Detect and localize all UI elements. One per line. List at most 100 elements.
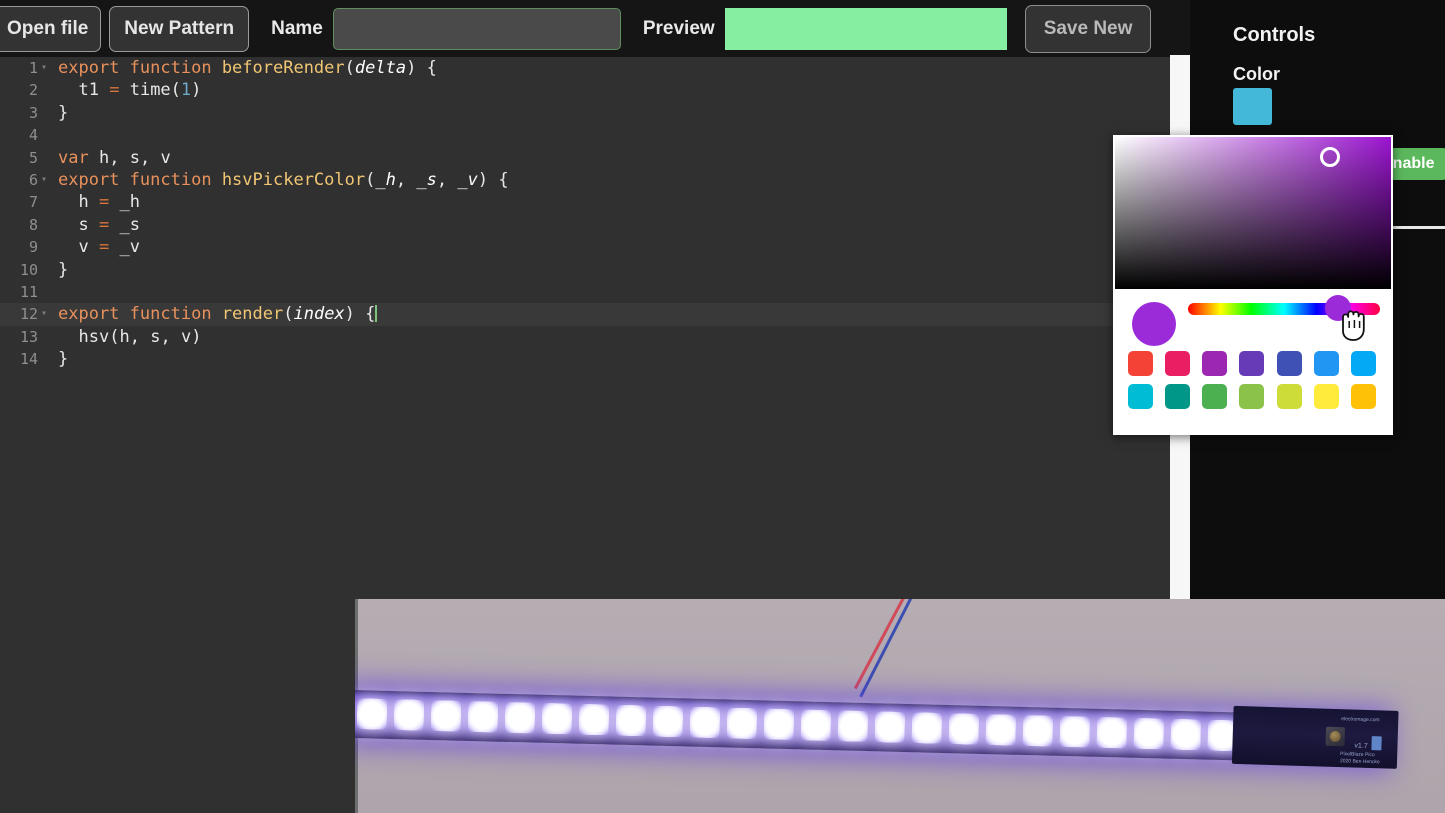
code-line[interactable]: 14} [0, 348, 1172, 370]
board-chip [1371, 736, 1381, 750]
line-number: 5 [0, 147, 38, 169]
board-model-text: PixelBlaze Pico [1340, 751, 1375, 758]
code-line-text: t1 = time(1) [58, 79, 201, 101]
led-pixel [505, 702, 536, 734]
board-credit-text: 2020 Ben Hencke [1340, 758, 1380, 765]
code-line[interactable]: 5var h, s, v [0, 147, 1172, 169]
code-line-text: hsv(h, s, v) [58, 326, 201, 348]
fold-arrow-icon[interactable]: ▾ [41, 57, 47, 79]
led-pixel [579, 704, 610, 736]
line-number: 3 [0, 102, 38, 124]
picker-current-color-dot [1132, 302, 1176, 346]
code-line[interactable]: 8 s = _s [0, 214, 1172, 236]
line-number: 6 [0, 169, 38, 191]
preset-swatch[interactable] [1351, 384, 1376, 409]
line-number: 2 [0, 79, 38, 101]
line-number: 13 [0, 326, 38, 348]
preset-swatch[interactable] [1165, 384, 1190, 409]
hue-slider-handle[interactable] [1325, 295, 1351, 321]
preset-swatch[interactable] [1277, 384, 1302, 409]
led-pixel [690, 707, 721, 739]
control-color-label: Color [1233, 64, 1280, 85]
pattern-name-input[interactable] [333, 8, 621, 50]
line-number: 10 [0, 259, 38, 281]
addressable-led-strip: electromage.com v1.7 PixelBlaze Pico 202… [355, 690, 1383, 764]
open-file-button[interactable]: Open file [0, 6, 101, 52]
code-line-text: } [58, 348, 68, 370]
code-line[interactable]: 11 [0, 281, 1172, 303]
led-pixel [837, 710, 868, 742]
preset-swatch-grid[interactable] [1128, 351, 1378, 409]
led-pixel [727, 707, 758, 739]
new-pattern-button[interactable]: New Pattern [109, 6, 249, 52]
code-line[interactable]: 9 v = _v [0, 236, 1172, 258]
led-pixel [653, 706, 684, 738]
code-line-text: h = _h [58, 191, 140, 213]
code-line[interactable]: 2 t1 = time(1) [0, 79, 1172, 101]
code-line-text: s = _s [58, 214, 140, 236]
line-number: 7 [0, 191, 38, 213]
led-pixel [948, 713, 979, 745]
preset-swatch[interactable] [1165, 351, 1190, 376]
control-color-swatch[interactable] [1233, 88, 1272, 125]
preset-swatch[interactable] [1314, 351, 1339, 376]
preview-swatch[interactable] [725, 8, 1007, 50]
led-pixel [1170, 719, 1201, 751]
led-pixel [874, 711, 905, 743]
top-toolbar: Open file New Pattern Name Preview Save … [0, 0, 1190, 57]
line-number: 14 [0, 348, 38, 370]
fold-arrow-icon[interactable]: ▾ [41, 303, 47, 325]
line-number: 4 [0, 124, 38, 146]
power-wire-blue [859, 599, 923, 698]
preset-swatch[interactable] [1277, 351, 1302, 376]
led-pixel [911, 712, 942, 744]
preset-swatch[interactable] [1239, 351, 1264, 376]
led-pixel [1059, 716, 1090, 748]
text-caret [375, 305, 377, 322]
line-number: 9 [0, 236, 38, 258]
pixelblaze-pico-board: electromage.com v1.7 PixelBlaze Pico 202… [1232, 706, 1399, 769]
app-root: Open file New Pattern Name Preview Save … [0, 0, 1445, 813]
code-editor[interactable]: 1▾export function beforeRender(delta) {2… [0, 57, 1172, 597]
board-site-text: electromage.com [1341, 716, 1380, 723]
board-version-text: v1.7 [1354, 743, 1367, 750]
fold-arrow-icon[interactable]: ▾ [41, 169, 47, 191]
code-line[interactable]: 3} [0, 102, 1172, 124]
preset-swatch[interactable] [1314, 384, 1339, 409]
led-pixel [394, 699, 425, 731]
code-line[interactable]: 4 [0, 124, 1172, 146]
preset-swatch[interactable] [1202, 351, 1227, 376]
led-pixel [431, 700, 462, 732]
led-pixel [357, 698, 388, 730]
line-number: 8 [0, 214, 38, 236]
code-line[interactable]: 12▾ export function render(index) { [0, 303, 1172, 325]
controls-title: Controls [1233, 24, 1315, 47]
preset-swatch[interactable] [1202, 384, 1227, 409]
code-line[interactable]: 7 h = _h [0, 191, 1172, 213]
led-pixel [616, 705, 647, 737]
led-pixel [1022, 715, 1053, 747]
saturation-value-area[interactable] [1115, 137, 1391, 289]
led-pixel [542, 703, 573, 735]
code-line[interactable]: 10} [0, 259, 1172, 281]
preset-swatch[interactable] [1239, 384, 1264, 409]
preset-swatch[interactable] [1128, 351, 1153, 376]
line-number: 12 [0, 303, 38, 325]
color-picker-popup[interactable] [1113, 135, 1393, 435]
led-pixel [1133, 718, 1164, 750]
code-line[interactable]: 6▾export function hsvPickerColor(_h, _s,… [0, 169, 1172, 191]
line-number: 1 [0, 57, 38, 79]
sv-cursor-handle[interactable] [1320, 147, 1340, 167]
save-new-button[interactable]: Save New [1025, 5, 1152, 53]
name-label: Name [271, 18, 323, 40]
code-line[interactable]: 13 hsv(h, s, v) [0, 326, 1172, 348]
code-line-text: export function render(index) { [58, 303, 377, 325]
preset-swatch[interactable] [1351, 351, 1376, 376]
line-number: 11 [0, 281, 38, 303]
hue-slider-track[interactable] [1188, 303, 1380, 315]
preset-swatch[interactable] [1128, 384, 1153, 409]
led-pixel [1096, 717, 1127, 749]
board-push-button [1325, 727, 1345, 747]
code-line[interactable]: 1▾export function beforeRender(delta) { [0, 57, 1172, 79]
preview-label: Preview [643, 18, 715, 40]
